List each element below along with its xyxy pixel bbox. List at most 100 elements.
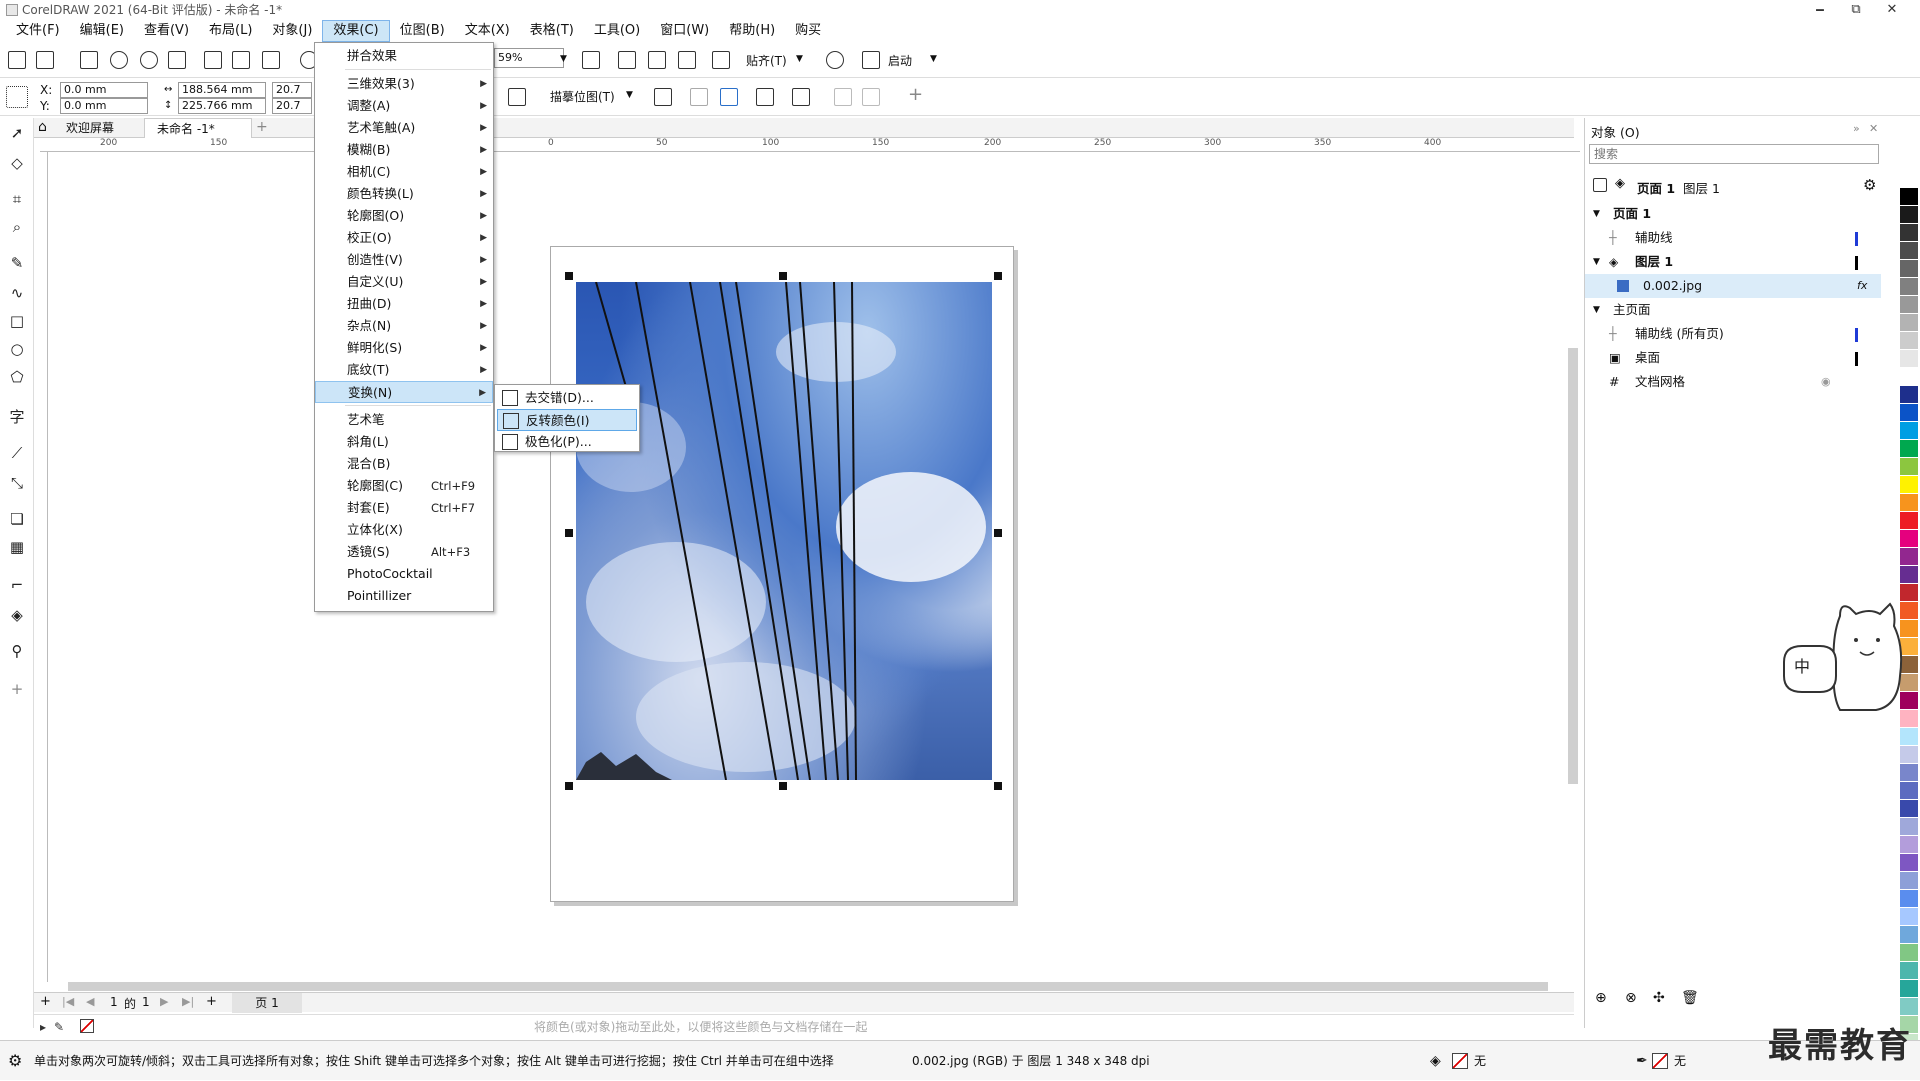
- scale-x-field[interactable]: 20.7: [272, 82, 312, 98]
- color-swatch[interactable]: [1900, 746, 1918, 764]
- color-swatch[interactable]: [1900, 458, 1918, 476]
- color-swatch[interactable]: [1900, 440, 1918, 458]
- fill-swatch[interactable]: [1452, 1053, 1468, 1069]
- color-swatch[interactable]: [1900, 764, 1918, 782]
- submenu-item-deinterlace[interactable]: 去交错(D)...: [497, 387, 637, 409]
- menu-item-3d-effects[interactable]: 三维效果(3) ▶: [315, 73, 493, 95]
- effects-fx-icon[interactable]: fx: [1857, 274, 1867, 298]
- menu-help[interactable]: 帮助(H): [719, 20, 785, 42]
- color-swatch[interactable]: [1900, 278, 1918, 296]
- export-icon[interactable]: [232, 51, 250, 69]
- menu-item-adjust[interactable]: 调整(A) ▶: [315, 95, 493, 117]
- full-screen-preview-icon[interactable]: [618, 51, 636, 69]
- menu-item-flatten-effects[interactable]: 拼合效果: [315, 45, 493, 67]
- resize-handle[interactable]: [994, 782, 1002, 790]
- crop-tool-icon[interactable]: ⌗: [8, 190, 26, 208]
- menu-item-artistic-media[interactable]: 艺术笔: [315, 409, 493, 431]
- color-swatch[interactable]: [1900, 980, 1918, 998]
- delete-icon[interactable]: 🗑: [1681, 990, 1699, 1006]
- page-tab[interactable]: 页 1: [232, 993, 302, 1013]
- tab-welcome[interactable]: 欢迎屏幕: [54, 118, 126, 138]
- new-layer-icon[interactable]: ⊕: [1595, 990, 1607, 1006]
- color-swatch[interactable]: [1900, 494, 1918, 512]
- tree-row-guides-all[interactable]: ┼ 辅助线 (所有页): [1585, 322, 1881, 346]
- options-gear-icon[interactable]: [826, 51, 844, 69]
- bitmap-mask-icon[interactable]: [720, 88, 738, 106]
- objects-search-input[interactable]: [1589, 144, 1879, 164]
- menu-item-envelope[interactable]: 封套(E) Ctrl+F7: [315, 497, 493, 519]
- color-swatch[interactable]: [1900, 422, 1918, 440]
- color-swatch[interactable]: [1900, 386, 1918, 404]
- add-page-icon[interactable]: +: [40, 994, 51, 1009]
- next-page-icon[interactable]: ▶: [160, 995, 168, 1008]
- menu-object[interactable]: 对象(J): [262, 20, 322, 42]
- color-swatch[interactable]: [1900, 170, 1918, 188]
- status-settings-gear-icon[interactable]: ⚙: [8, 1041, 22, 1081]
- color-swatch[interactable]: [1900, 908, 1918, 926]
- menu-item-bevel[interactable]: 斜角(L): [315, 431, 493, 453]
- submenu-item-posterize[interactable]: 极色化(P)...: [497, 431, 637, 453]
- resize-handle[interactable]: [994, 529, 1002, 537]
- cloud-upload-icon[interactable]: [140, 51, 158, 69]
- zoom-to-page-icon[interactable]: [582, 51, 600, 69]
- color-swatch[interactable]: [1900, 548, 1918, 566]
- connector-tool-icon[interactable]: ⤡: [8, 474, 26, 492]
- edit-bitmap-icon[interactable]: [654, 88, 672, 106]
- color-swatch[interactable]: [1900, 350, 1918, 368]
- menu-item-sharpen[interactable]: 鲜明化(S) ▶: [315, 337, 493, 359]
- text-tool-icon[interactable]: 字: [8, 408, 26, 426]
- color-swatch[interactable]: [1900, 872, 1918, 890]
- color-swatch[interactable]: [1900, 332, 1918, 350]
- menu-table[interactable]: 表格(T): [520, 20, 584, 42]
- artistic-media-tool-icon[interactable]: ∿: [8, 284, 26, 302]
- docker-options-gear-icon[interactable]: ⚙: [1863, 176, 1876, 194]
- color-swatch[interactable]: [1900, 512, 1918, 530]
- save-icon[interactable]: [80, 51, 98, 69]
- menu-item-lens[interactable]: 透镜(S) Alt+F3: [315, 541, 493, 563]
- color-swatch[interactable]: [1900, 260, 1918, 278]
- menu-window[interactable]: 窗口(W): [650, 20, 719, 42]
- ellipse-tool-icon[interactable]: ○: [8, 340, 26, 358]
- interactive-fill-tool-icon[interactable]: ◈: [8, 606, 26, 624]
- launch-app-icon[interactable]: [862, 51, 880, 69]
- drop-shadow-tool-icon[interactable]: ❏: [8, 510, 26, 528]
- menu-item-color-transform[interactable]: 颜色转换(L) ▶: [315, 183, 493, 205]
- color-swatch[interactable]: [1900, 962, 1918, 980]
- restore-button[interactable]: ⧉: [1838, 0, 1874, 20]
- menu-item-distort[interactable]: 扭曲(D) ▶: [315, 293, 493, 315]
- menu-item-blend[interactable]: 混合(B): [315, 453, 493, 475]
- menu-file[interactable]: 文件(F): [6, 20, 70, 42]
- object-origin-icon[interactable]: [6, 86, 28, 108]
- tree-row-document-grid[interactable]: # 文档网格 ◉: [1585, 370, 1881, 394]
- text-wrap-icon[interactable]: [792, 88, 810, 106]
- smart-fill-tool-icon[interactable]: ⚲: [8, 642, 26, 660]
- menu-item-custom[interactable]: 自定义(U) ▶: [315, 271, 493, 293]
- menu-effects[interactable]: 效果(C): [322, 20, 390, 42]
- last-page-icon[interactable]: ▶|: [182, 995, 194, 1008]
- merge-icon[interactable]: ✣: [1653, 990, 1665, 1006]
- bounding-box-icon[interactable]: [756, 88, 774, 106]
- new-master-layer-icon[interactable]: ⊗: [1625, 990, 1637, 1006]
- page-view-icon[interactable]: [1593, 178, 1607, 192]
- import-icon[interactable]: [204, 51, 222, 69]
- color-swatch[interactable]: [1900, 800, 1918, 818]
- tree-row-guides[interactable]: ┼ 辅助线: [1585, 226, 1881, 250]
- width-field[interactable]: 188.564 mm: [178, 82, 266, 98]
- color-swatch[interactable]: [1900, 224, 1918, 242]
- menu-item-noise[interactable]: 杂点(N) ▶: [315, 315, 493, 337]
- selected-bitmap-image[interactable]: [576, 282, 992, 780]
- pick-tool-icon[interactable]: ➚: [8, 124, 26, 142]
- color-swatch[interactable]: [1900, 890, 1918, 908]
- submenu-item-invert-colors[interactable]: 反转颜色(I): [497, 409, 637, 431]
- resize-handle[interactable]: [994, 272, 1002, 280]
- publish-pdf-icon[interactable]: [262, 51, 280, 69]
- trace-bitmap-button[interactable]: 描摹位图(T): [550, 89, 615, 105]
- menu-item-photococktail[interactable]: PhotoCocktail: [315, 563, 493, 585]
- tree-row-master-page[interactable]: ▼ 主页面: [1585, 298, 1881, 322]
- resize-handle[interactable]: [779, 782, 787, 790]
- color-swatch[interactable]: [1900, 530, 1918, 548]
- color-swatch[interactable]: [1900, 476, 1918, 494]
- resample-icon[interactable]: [690, 88, 708, 106]
- add-tab-icon[interactable]: +: [256, 119, 268, 135]
- vertical-scrollbar[interactable]: [1566, 152, 1580, 978]
